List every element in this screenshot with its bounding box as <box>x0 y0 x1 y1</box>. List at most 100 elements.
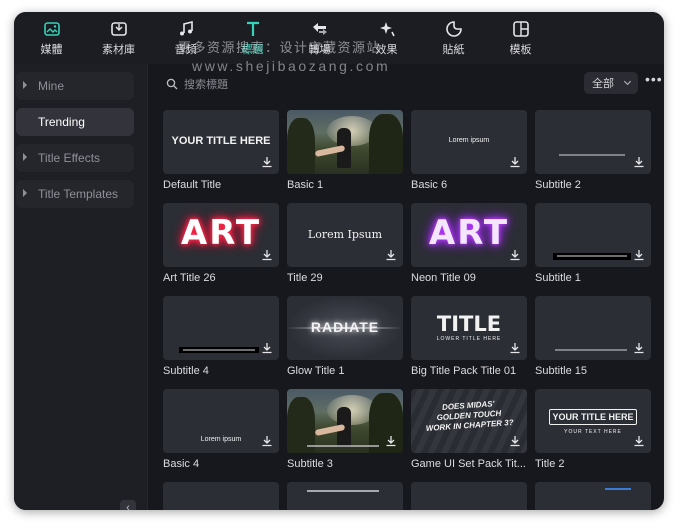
toolbar-label: 貼紙 <box>442 44 465 56</box>
sidebar-item-trending[interactable]: Trending <box>16 108 134 136</box>
collapse-sidebar-button[interactable]: ‹ <box>120 500 136 510</box>
title-card-partial[interactable] <box>287 482 403 510</box>
toolbar-templates[interactable]: 模板 <box>487 12 554 64</box>
download-icon[interactable] <box>509 249 521 261</box>
title-card[interactable]: DOES MIDAS' GOLDEN TOUCH WORK IN CHAPTER… <box>411 389 527 470</box>
title-card[interactable]: Subtitle 3 <box>287 389 403 470</box>
title-card[interactable]: YOUR TITLE HERE Default Title <box>163 110 279 191</box>
download-icon[interactable] <box>385 249 397 261</box>
download-icon[interactable] <box>261 156 273 168</box>
download-icon[interactable] <box>633 342 645 354</box>
thumb-text: TITLE <box>436 312 502 336</box>
title-thumbnail: ART <box>411 203 527 267</box>
stock-library-icon <box>110 22 127 36</box>
thumb-text: Lorem ipsum <box>448 137 490 144</box>
subtitle-line <box>557 255 627 257</box>
title-thumbnail: Lorem ipsum <box>411 110 527 174</box>
sidebar-item-mine[interactable]: Mine <box>16 72 134 100</box>
title-card[interactable]: ART Neon Title 09 <box>411 203 527 284</box>
download-icon[interactable] <box>385 435 397 447</box>
card-label: Big Title Pack Title 01 <box>411 365 517 377</box>
title-thumbnail <box>163 482 279 510</box>
sticker-icon <box>445 21 462 37</box>
subtitle-line <box>183 349 255 351</box>
sidebar-item-title-templates[interactable]: Title Templates <box>16 180 134 208</box>
title-thumbnail: Lorem Ipsum <box>287 203 403 267</box>
title-grid: YOUR TITLE HERE Default Title Basic 1 Lo… <box>163 110 651 510</box>
title-card[interactable]: Basic 1 <box>287 110 403 191</box>
download-icon[interactable] <box>261 249 273 261</box>
title-card-partial[interactable] <box>535 482 651 510</box>
card-label: Subtitle 3 <box>287 458 333 470</box>
thumb-text: Lorem Ipsum <box>307 228 383 241</box>
thumb-text: ART <box>428 213 510 253</box>
download-icon[interactable] <box>509 435 521 447</box>
title-card[interactable]: Subtitle 15 <box>535 296 651 377</box>
toolbar-stock-library[interactable]: 素材庫 <box>85 12 152 64</box>
title-thumbnail <box>535 110 651 174</box>
title-thumbnail <box>535 203 651 267</box>
download-icon[interactable] <box>633 435 645 447</box>
thumb-text: DOES MIDAS' GOLDEN TOUCH WORK IN CHAPTER… <box>425 399 514 434</box>
title-thumbnail: YOUR TITLE HERE <box>163 110 279 174</box>
title-card-partial[interactable] <box>411 482 527 510</box>
download-icon[interactable] <box>261 435 273 447</box>
title-card[interactable]: YOUR TITLE HERE YOUR TEXT HERE Title 2 <box>535 389 651 470</box>
card-label: Basic 4 <box>163 458 200 470</box>
title-card[interactable]: RADIATE Glow Title 1 <box>287 296 403 377</box>
more-dots-icon: ••• <box>645 71 663 87</box>
category-sidebar: Mine Trending Title Effects Title Templa… <box>14 64 148 510</box>
download-icon[interactable] <box>633 249 645 261</box>
title-card[interactable]: Lorem Ipsum Title 29 <box>287 203 403 284</box>
effects-sparkle-icon <box>379 22 395 37</box>
toolbar-media[interactable]: 媒體 <box>18 12 85 64</box>
title-thumbnail <box>535 296 651 360</box>
title-thumbnail: ART <box>163 203 279 267</box>
transition-icon <box>312 23 327 35</box>
filter-dropdown[interactable]: 全部 <box>584 72 638 94</box>
caret-right-icon <box>23 189 27 197</box>
card-label: Art Title 26 <box>163 272 216 284</box>
download-icon[interactable] <box>261 342 273 354</box>
title-thumbnail: RADIATE <box>287 296 403 360</box>
card-label: Basic 1 <box>287 179 324 191</box>
title-card[interactable]: Lorem ipsum Basic 4 <box>163 389 279 470</box>
title-thumbnail: YOUR TITLE HERE YOUR TEXT HERE <box>535 389 651 453</box>
card-label: Subtitle 4 <box>163 365 209 377</box>
watermark-line-1: 更多资源搜索：设计宝藏资源站 <box>178 40 382 55</box>
title-card[interactable]: Subtitle 4 <box>163 296 279 377</box>
chevron-left-icon: ‹ <box>126 502 130 510</box>
toolbar-label: 模板 <box>509 44 532 56</box>
caret-right-icon <box>23 153 27 161</box>
search-input[interactable] <box>184 75 384 95</box>
toolbar-label: 媒體 <box>40 44 63 56</box>
card-label: Subtitle 1 <box>535 272 581 284</box>
title-card[interactable]: Subtitle 1 <box>535 203 651 284</box>
watermark-line-2: www.shejibaozang.com <box>192 58 391 74</box>
title-t-icon <box>246 21 259 36</box>
download-icon[interactable] <box>509 156 521 168</box>
card-label: Subtitle 15 <box>535 365 587 377</box>
title-card[interactable]: Lorem ipsum Basic 6 <box>411 110 527 191</box>
card-label: Glow Title 1 <box>287 365 345 377</box>
more-options-button[interactable]: ••• <box>645 71 663 90</box>
template-icon <box>512 21 529 37</box>
subtitle-line <box>555 349 627 351</box>
sidebar-item-label: Trending <box>38 115 85 129</box>
sidebar-item-label: Mine <box>38 79 65 93</box>
title-card[interactable]: TITLE LOWER TITLE HERE Big Title Pack Ti… <box>411 296 527 377</box>
title-thumbnail: Lorem ipsum <box>163 389 279 453</box>
card-label: Basic 6 <box>411 179 448 191</box>
search-icon <box>166 78 178 90</box>
title-card-partial[interactable] <box>163 482 279 510</box>
title-card[interactable]: ART Art Title 26 <box>163 203 279 284</box>
thumb-text: YOUR TITLE HERE <box>171 135 271 147</box>
sidebar-item-title-effects[interactable]: Title Effects <box>16 144 134 172</box>
toolbar-stickers[interactable]: 貼紙 <box>420 12 487 64</box>
card-label: Title 2 <box>535 458 565 470</box>
thumb-text: YOUR TITLE HERE <box>552 412 634 422</box>
download-icon[interactable] <box>633 156 645 168</box>
title-card[interactable]: Subtitle 2 <box>535 110 651 191</box>
chevron-down-icon <box>623 77 632 86</box>
download-icon[interactable] <box>509 342 521 354</box>
